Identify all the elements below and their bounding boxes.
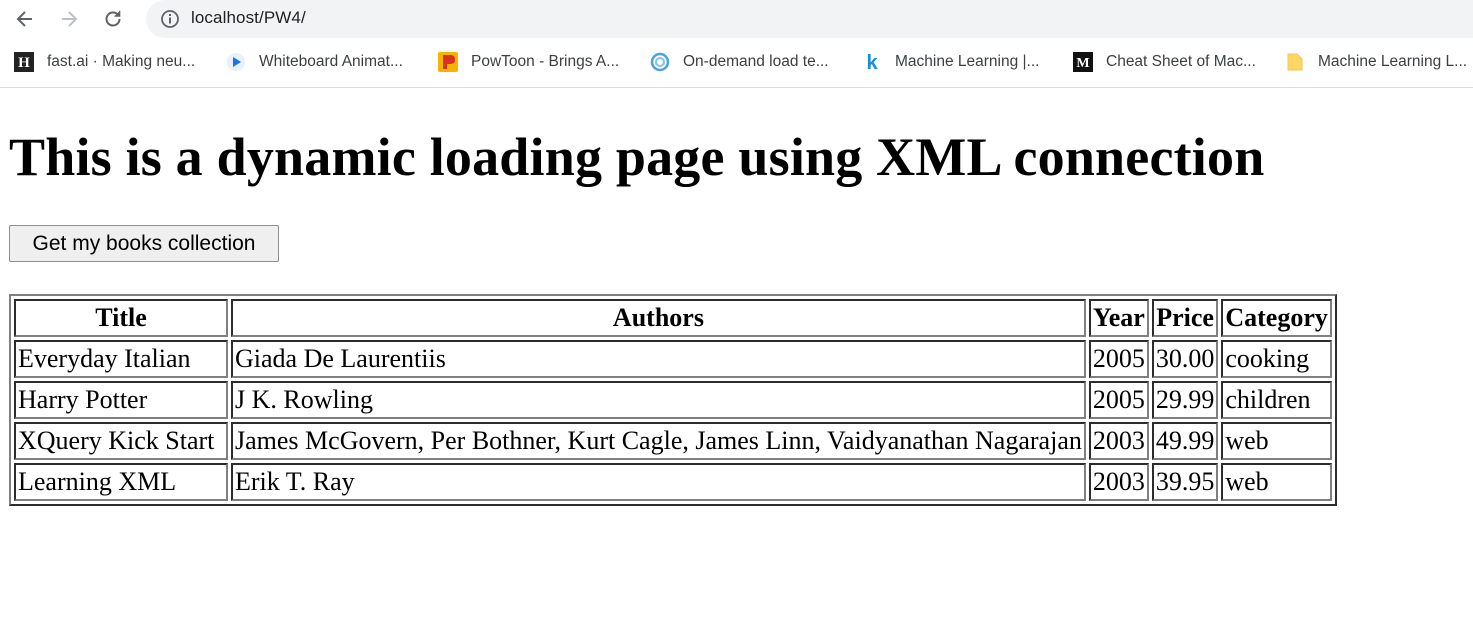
column-header-authors: Authors: [231, 299, 1086, 337]
arrow-right-icon: [62, 11, 78, 27]
cell-price: 29.99: [1151, 381, 1219, 419]
cell-authors: Erik T. Ray: [231, 463, 1086, 501]
bookmark-powtoon[interactable]: PowToon - Brings A...: [438, 51, 619, 73]
column-header-category: Category: [1221, 299, 1332, 337]
bookmark-label: fast.ai · Making neu...: [47, 53, 196, 70]
bookmark-loadtest[interactable]: On-demand load te...: [650, 51, 829, 73]
bookmark-label: PowToon - Brings A...: [471, 53, 620, 70]
table-row: Everyday Italian Giada De Laurentiis 200…: [14, 340, 1332, 378]
bookmark-label: Whiteboard Animat...: [259, 53, 403, 70]
books-table: Title Authors Year Price Category Everyd…: [9, 294, 1337, 506]
bookmark-label: On-demand load te...: [683, 53, 829, 70]
cell-title: XQuery Kick Start: [14, 422, 228, 460]
table-row: Learning XML Erik T. Ray 2003 39.95 web: [14, 463, 1332, 501]
bookmark-machine-learning-k[interactable]: k Machine Learning |...: [862, 51, 1039, 73]
cell-year: 2005: [1088, 340, 1149, 378]
cell-price: 30.00: [1151, 340, 1219, 378]
k-favicon-icon: k: [862, 52, 882, 72]
play-favicon-icon: [226, 52, 246, 72]
svg-text:H: H: [18, 55, 30, 71]
loadtest-favicon-icon: [650, 52, 670, 72]
address-bar[interactable]: localhost/PW4/: [146, 0, 1473, 38]
reload-icon: [105, 10, 121, 27]
bookmark-label: Cheat Sheet of Mac...: [1106, 53, 1256, 70]
page-title: This is a dynamic loading page using XML…: [9, 127, 1265, 187]
back-button[interactable]: [11, 5, 39, 33]
svg-text:M: M: [1076, 56, 1089, 71]
fastai-favicon-icon: H: [14, 52, 34, 72]
browser-toolbar: localhost/PW4/: [0, 0, 1473, 38]
info-icon[interactable]: [160, 9, 180, 29]
url-text: localhost/PW4/: [191, 8, 306, 27]
cell-year: 2003: [1088, 463, 1149, 501]
cell-year: 2005: [1088, 381, 1149, 419]
bookmarks-bar: H fast.ai · Making neu... Whiteboard Ani…: [0, 42, 1473, 88]
reload-button[interactable]: [99, 5, 127, 33]
arrow-left-icon: [16, 11, 32, 27]
svg-text:k: k: [866, 52, 878, 72]
table-row: Harry Potter J K. Rowling 2005 29.99 chi…: [14, 381, 1332, 419]
bookmark-cheat-sheet[interactable]: M Cheat Sheet of Mac...: [1073, 51, 1256, 73]
get-books-button[interactable]: Get my books collection: [9, 225, 279, 262]
cell-title: Everyday Italian: [14, 340, 228, 378]
cell-title: Learning XML: [14, 463, 228, 501]
column-header-price: Price: [1151, 299, 1219, 337]
cell-category: web: [1221, 463, 1332, 501]
cell-authors: Giada De Laurentiis: [231, 340, 1086, 378]
folder-icon: [1285, 52, 1305, 72]
bookmark-fastai[interactable]: H fast.ai · Making neu...: [14, 51, 195, 73]
table-row: XQuery Kick Start James McGovern, Per Bo…: [14, 422, 1332, 460]
table-header-row: Title Authors Year Price Category: [14, 299, 1332, 337]
bookmark-label: Machine Learning L...: [1318, 53, 1468, 70]
bookmark-machine-learning-folder[interactable]: Machine Learning L...: [1285, 51, 1467, 73]
powtoon-favicon-icon: [438, 52, 458, 72]
medium-favicon-icon: M: [1073, 52, 1093, 72]
cell-year: 2003: [1088, 422, 1149, 460]
forward-button[interactable]: [55, 5, 83, 33]
cell-price: 49.99: [1151, 422, 1219, 460]
cell-category: children: [1221, 381, 1332, 419]
cell-price: 39.95: [1151, 463, 1219, 501]
bookmark-label: Machine Learning |...: [895, 53, 1040, 70]
column-header-title: Title: [14, 299, 228, 337]
bookmark-whiteboard[interactable]: Whiteboard Animat...: [226, 51, 403, 73]
cell-title: Harry Potter: [14, 381, 228, 419]
cell-authors: J K. Rowling: [231, 381, 1086, 419]
column-header-year: Year: [1088, 299, 1149, 337]
cell-category: cooking: [1221, 340, 1332, 378]
cell-authors: James McGovern, Per Bothner, Kurt Cagle,…: [231, 422, 1086, 460]
cell-category: web: [1221, 422, 1332, 460]
